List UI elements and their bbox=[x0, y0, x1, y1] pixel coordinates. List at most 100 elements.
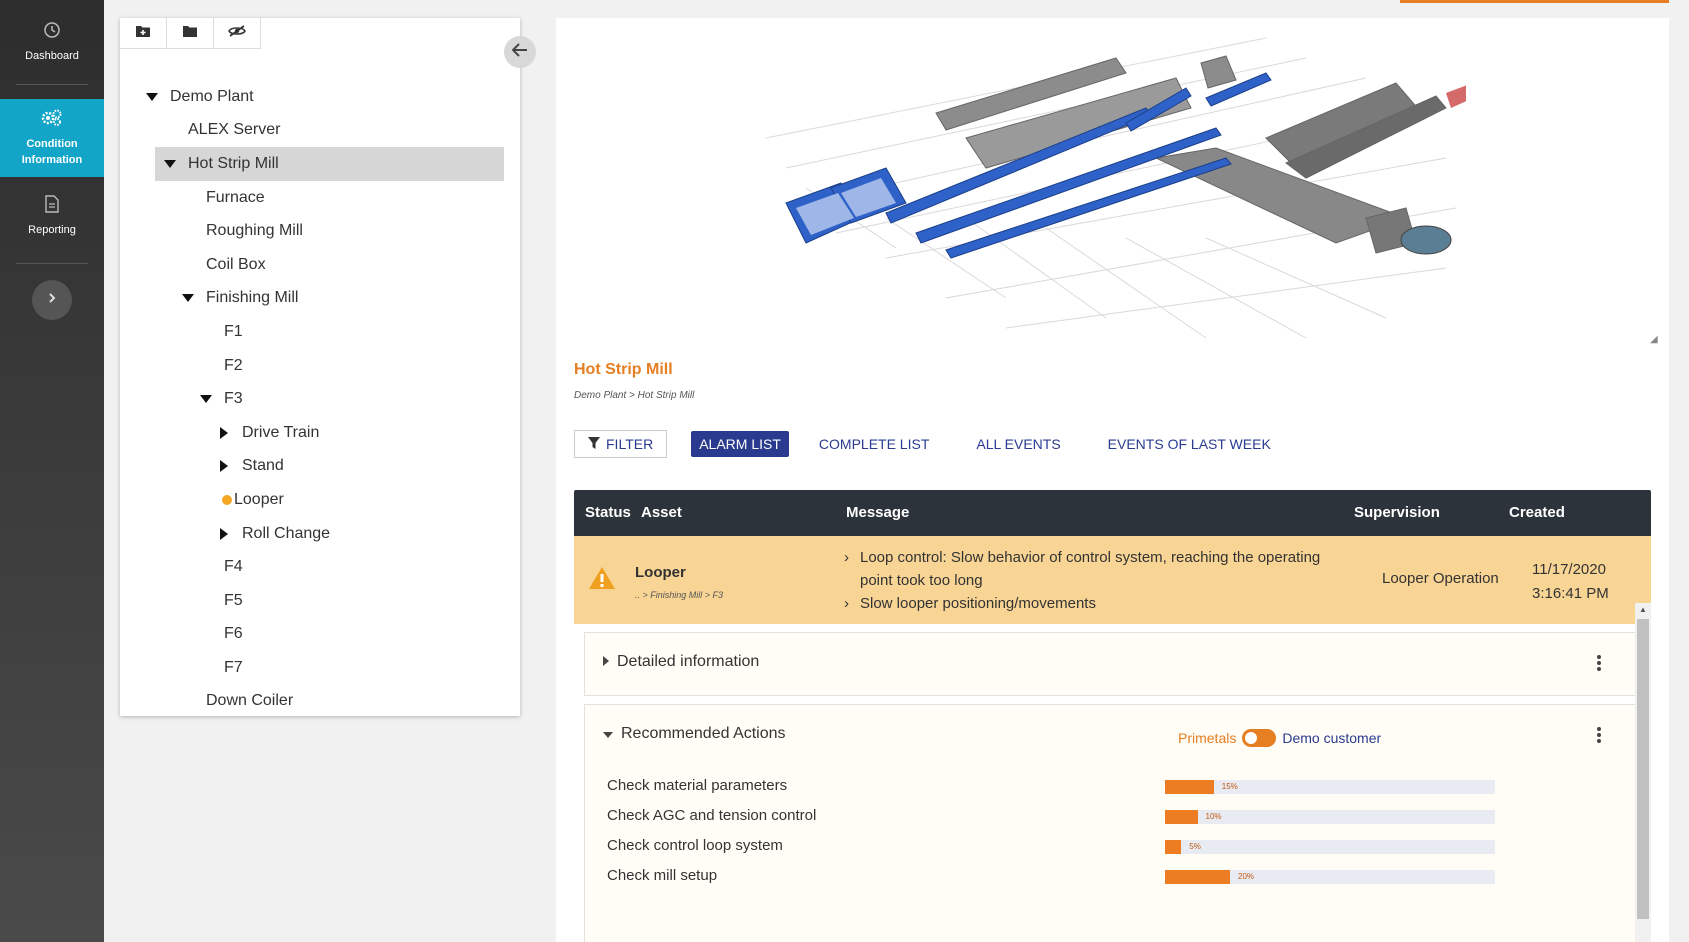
alarm-created-time: 3:16:41 PM bbox=[1532, 585, 1609, 602]
action-probability-label: 5% bbox=[1189, 842, 1201, 851]
tree-item[interactable]: Down Coiler bbox=[120, 685, 520, 719]
action-probability-fill bbox=[1165, 780, 1214, 794]
nav-condition-information[interactable]: Condition Information bbox=[0, 99, 104, 177]
scrollbar[interactable]: ▲ bbox=[1635, 603, 1651, 942]
detailed-info-card[interactable]: Detailed information bbox=[584, 632, 1639, 696]
tree-item[interactable]: F2 bbox=[120, 349, 520, 383]
detailed-info-header[interactable]: Detailed information bbox=[603, 653, 759, 671]
tab-all-events[interactable]: ALL EVENTS bbox=[968, 431, 1068, 457]
tree-item-label: Demo Plant bbox=[170, 87, 254, 105]
folder-plus-icon bbox=[136, 24, 150, 42]
tree-item[interactable]: Hot Strip Mill bbox=[155, 147, 504, 181]
toggle-right-label: Demo customer bbox=[1282, 730, 1382, 746]
tree-item[interactable]: F3 bbox=[120, 382, 520, 416]
more-options-icon[interactable] bbox=[1597, 727, 1601, 745]
action-probability-bar: 20% bbox=[1165, 870, 1495, 884]
expand-nav-button[interactable] bbox=[32, 280, 72, 320]
action-label: Check control loop system bbox=[607, 837, 783, 854]
nav-dashboard-label: Dashboard bbox=[25, 49, 79, 62]
col-message[interactable]: Message bbox=[846, 504, 909, 521]
tree-item[interactable]: Stand bbox=[120, 450, 520, 484]
tree-item-label: F1 bbox=[224, 322, 243, 340]
caret-down-icon[interactable] bbox=[196, 395, 216, 404]
resize-handle-icon[interactable]: ◢ bbox=[1650, 334, 1658, 345]
folder-icon bbox=[183, 24, 197, 42]
tree-item[interactable]: Drive Train bbox=[120, 416, 520, 450]
action-label: Check AGC and tension control bbox=[607, 807, 817, 824]
document-icon bbox=[45, 194, 59, 218]
tree-item[interactable]: ALEX Server bbox=[120, 114, 520, 148]
collapse-tree-button[interactable] bbox=[504, 36, 536, 68]
tree-item-label: Drive Train bbox=[242, 423, 320, 441]
table-row[interactable]: Looper .. > Finishing Mill > F3 Loop con… bbox=[574, 536, 1651, 624]
open-folder-button[interactable] bbox=[167, 18, 214, 48]
action-label: Check mill setup bbox=[607, 867, 718, 884]
action-label: Check material parameters bbox=[607, 777, 788, 794]
action-probability-bar: 5% bbox=[1165, 840, 1495, 854]
caret-right-icon[interactable] bbox=[214, 460, 234, 473]
tree-item-label: F7 bbox=[224, 658, 243, 676]
nav-reporting[interactable]: Reporting bbox=[0, 177, 104, 255]
add-folder-button[interactable] bbox=[120, 18, 167, 48]
filter-button[interactable]: FILTER bbox=[574, 430, 668, 458]
nav-dashboard[interactable]: Dashboard bbox=[0, 0, 104, 84]
tree-item-label: Roughing Mill bbox=[206, 222, 303, 240]
tree-item[interactable]: Finishing Mill bbox=[120, 282, 520, 316]
tree-item-label: Coil Box bbox=[206, 255, 266, 273]
tree-item-label: F3 bbox=[224, 390, 243, 408]
tab-complete-list[interactable]: COMPLETE LIST bbox=[811, 431, 937, 457]
tree-item[interactable]: F4 bbox=[120, 550, 520, 584]
alarm-message: Loop control: Slow behavior of control s… bbox=[844, 546, 1324, 592]
col-status[interactable]: Status bbox=[585, 504, 631, 521]
recommended-actions-title: Recommended Actions bbox=[621, 725, 786, 742]
tree-item[interactable]: F6 bbox=[120, 618, 520, 652]
alarm-messages: Loop control: Slow behavior of control s… bbox=[844, 546, 1324, 615]
tree-item[interactable]: Roughing Mill bbox=[120, 214, 520, 248]
tree-item-label: F4 bbox=[224, 558, 243, 576]
tree-item-label: F2 bbox=[224, 356, 243, 374]
alarm-dot-icon[interactable] bbox=[220, 494, 234, 505]
scroll-up-icon[interactable]: ▲ bbox=[1639, 605, 1647, 614]
action-probability-label: 10% bbox=[1205, 812, 1222, 821]
tree-item[interactable]: F1 bbox=[120, 315, 520, 349]
table-header: Status Asset Message Supervision Created bbox=[574, 490, 1651, 536]
clock-icon bbox=[43, 21, 61, 44]
caret-right-icon[interactable] bbox=[214, 527, 234, 540]
caret-down-icon[interactable] bbox=[142, 92, 162, 101]
caret-right-icon[interactable] bbox=[214, 426, 234, 439]
col-created[interactable]: Created bbox=[1509, 504, 1565, 521]
scroll-thumb[interactable] bbox=[1637, 619, 1649, 919]
source-toggle[interactable] bbox=[1242, 729, 1277, 747]
tree-item-label: Stand bbox=[242, 457, 284, 475]
tree-item[interactable]: Demo Plant bbox=[120, 80, 520, 114]
caret-down-icon bbox=[603, 725, 613, 743]
hide-button[interactable] bbox=[214, 18, 261, 48]
tree-item[interactable]: Looper bbox=[120, 483, 520, 517]
tree-item-label: ALEX Server bbox=[188, 121, 281, 139]
more-options-icon[interactable] bbox=[1597, 655, 1601, 673]
warning-icon bbox=[588, 566, 616, 594]
caret-down-icon[interactable] bbox=[160, 159, 180, 168]
recommended-actions-header[interactable]: Recommended Actions bbox=[603, 725, 786, 743]
tab-events-last-week[interactable]: EVENTS OF LAST WEEK bbox=[1100, 431, 1279, 457]
tree-item[interactable]: F5 bbox=[120, 584, 520, 618]
tab-alarm-list[interactable]: ALARM LIST bbox=[691, 431, 789, 457]
action-probability-label: 15% bbox=[1221, 782, 1238, 791]
arrow-left-icon bbox=[511, 42, 528, 62]
caret-down-icon[interactable] bbox=[178, 294, 198, 303]
col-supervision[interactable]: Supervision bbox=[1354, 504, 1440, 521]
gears-icon bbox=[41, 109, 63, 132]
tree-item[interactable]: F7 bbox=[120, 651, 520, 685]
chevron-right-icon bbox=[47, 291, 57, 309]
col-asset[interactable]: Asset bbox=[641, 504, 682, 521]
tree-item[interactable]: Coil Box bbox=[120, 248, 520, 282]
breadcrumb: Demo Plant > Hot Strip Mill bbox=[574, 390, 695, 401]
tree-item-label: Furnace bbox=[206, 188, 265, 206]
tree-item[interactable]: Roll Change bbox=[120, 517, 520, 551]
alarm-message: Slow looper positioning/movements bbox=[844, 592, 1324, 615]
asset-tree-panel: Demo Plant ALEX Server Hot Strip Mill Furna… bbox=[120, 18, 520, 716]
nav-reporting-label: Reporting bbox=[28, 223, 76, 236]
action-probability-fill bbox=[1165, 870, 1230, 884]
recommended-actions-card: Recommended Actions Primetals Demo custo… bbox=[584, 704, 1639, 942]
tree-item[interactable]: Furnace bbox=[120, 181, 520, 215]
